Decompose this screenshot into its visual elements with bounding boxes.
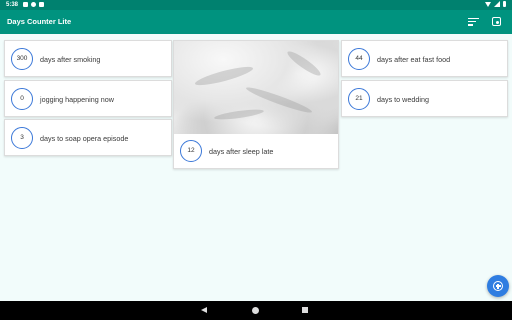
notification-icon — [39, 2, 44, 7]
sort-icon[interactable] — [468, 16, 480, 28]
status-time: 5:38 — [6, 2, 19, 8]
notification-icon — [31, 2, 36, 7]
recents-icon[interactable] — [302, 307, 308, 313]
status-bar: 5:38 — [0, 0, 512, 10]
back-icon[interactable] — [201, 307, 207, 313]
counter-card[interactable]: 44 days after eat fast food — [341, 40, 508, 77]
day-count-badge: 300 — [11, 48, 33, 70]
counter-label: days after sleep late — [209, 147, 274, 156]
signal-icon — [494, 1, 500, 7]
day-count-badge: 0 — [11, 88, 33, 110]
notification-icon — [23, 2, 28, 7]
counter-label: days to soap opera episode — [40, 134, 129, 143]
day-count-badge: 44 — [348, 48, 370, 70]
counter-label: jogging happening now — [40, 95, 114, 104]
app-bar: Days Counter Lite — [0, 10, 512, 34]
counter-card[interactable]: 21 days to wedding — [341, 80, 508, 117]
wifi-icon — [485, 1, 491, 7]
bed-sheets-photo — [174, 41, 338, 134]
settings-icon[interactable] — [491, 16, 503, 28]
app-title: Days Counter Lite — [7, 17, 72, 26]
counter-card[interactable]: 300 days after smoking — [4, 40, 172, 77]
counter-label: days after eat fast food — [377, 55, 451, 64]
day-count-badge: 21 — [348, 88, 370, 110]
counter-card[interactable]: 12 days after sleep late — [173, 40, 339, 169]
home-icon[interactable] — [252, 307, 259, 314]
add-counter-button[interactable] — [487, 275, 509, 297]
counter-card[interactable]: 3 days to soap opera episode — [4, 119, 172, 156]
counter-card[interactable]: 0 jogging happening now — [4, 80, 172, 117]
day-count-badge: 12 — [180, 140, 202, 162]
counter-label: days to wedding — [377, 95, 429, 104]
battery-icon — [503, 1, 506, 7]
counter-label: days after smoking — [40, 55, 101, 64]
system-nav-bar — [0, 301, 512, 320]
day-count-badge: 3 — [11, 127, 33, 149]
